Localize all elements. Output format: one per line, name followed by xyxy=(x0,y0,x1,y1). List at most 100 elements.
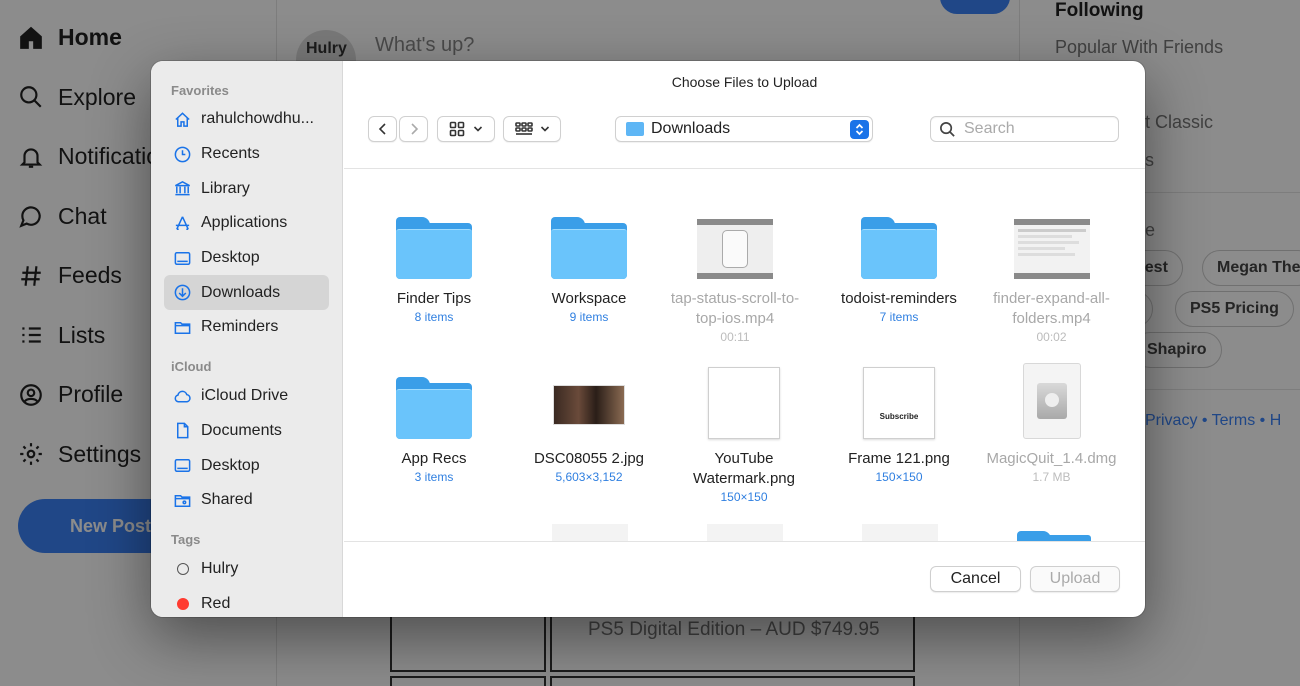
clock-icon xyxy=(174,146,191,162)
sidebar-tag-hulry[interactable]: Hulry xyxy=(164,552,329,587)
dialog-sidebar: Favorites rahulchowdhu... Recents Librar… xyxy=(151,61,343,617)
file-item-todoist-reminders[interactable]: todoist-reminders 7 items xyxy=(824,199,974,325)
file-meta: 9 items xyxy=(569,310,609,324)
sidebar-item-icloud-desktop[interactable]: Desktop xyxy=(164,448,329,483)
file-name: todoist-reminders xyxy=(841,290,957,307)
file-thumbnail-partial xyxy=(552,524,628,541)
sidebar-item-reminders[interactable]: Reminders xyxy=(164,310,329,345)
folder-icon xyxy=(396,217,472,279)
sidebar-item-icloud-drive[interactable]: iCloud Drive xyxy=(164,379,329,414)
file-meta: 150×150 xyxy=(875,470,923,484)
file-item-magicquit-dmg: MagicQuit_1.4.dmg 1.7 MB xyxy=(979,359,1124,485)
file-item-frame-121[interactable]: Subscribe Frame 121.png 150×150 xyxy=(824,359,974,485)
desktop-icon xyxy=(174,251,191,265)
cancel-button[interactable]: Cancel xyxy=(930,566,1021,592)
photo-thumbnail xyxy=(553,385,625,425)
file-name: Frame 121.png xyxy=(848,450,950,467)
sidebar-item-shared[interactable]: Shared xyxy=(164,483,329,518)
search-icon xyxy=(940,121,955,137)
location-popup[interactable]: Downloads xyxy=(615,116,873,142)
file-meta: 150×150 xyxy=(720,490,768,504)
divider xyxy=(344,541,1145,542)
sidebar-item-label: Library xyxy=(201,179,250,197)
search-field[interactable] xyxy=(930,116,1119,142)
tag-circle-icon xyxy=(177,562,189,575)
sidebar-item-home[interactable]: rahulchowdhu... xyxy=(164,102,329,137)
sidebar-item-label: Reminders xyxy=(201,318,279,336)
file-meta: 3 items xyxy=(414,470,454,484)
icloud-header: iCloud xyxy=(171,359,212,375)
sidebar-item-label: Hulry xyxy=(201,559,239,577)
sidebar-item-desktop[interactable]: Desktop xyxy=(164,241,329,276)
video-thumbnail xyxy=(1013,219,1090,279)
up-down-chevron-icon xyxy=(850,120,869,139)
sidebar-item-label: Desktop xyxy=(201,249,260,267)
image-thumbnail xyxy=(708,367,780,439)
sidebar-item-label: Documents xyxy=(201,421,282,439)
dialog-main: Choose Files to Upload Downloads Search … xyxy=(344,61,1145,617)
file-thumbnail-partial xyxy=(862,524,938,541)
file-item-app-recs[interactable]: App Recs 3 items xyxy=(359,359,509,485)
file-meta: 00:11 xyxy=(720,330,750,344)
group-by-button[interactable] xyxy=(503,116,561,142)
sidebar-item-label: rahulchowdhu... xyxy=(201,110,314,128)
sidebar-item-downloads[interactable]: Downloads xyxy=(164,275,329,311)
file-item-tap-status-video: tap-status-scroll-to-top-ios.mp4 00:11 xyxy=(669,199,801,345)
sidebar-item-label: Desktop xyxy=(201,456,260,474)
search-input[interactable] xyxy=(964,120,1114,138)
downloads-icon xyxy=(174,284,191,301)
file-meta: 5,603×3,152 xyxy=(555,470,623,484)
file-name: MagicQuit_1.4.dmg xyxy=(986,450,1117,467)
file-item-workspace[interactable]: Workspace 9 items xyxy=(514,199,664,325)
file-meta: 00:02 xyxy=(1036,330,1067,344)
chevron-right-icon xyxy=(410,123,418,135)
home-icon xyxy=(175,112,190,127)
file-name: App Recs xyxy=(401,450,467,467)
chevron-down-icon xyxy=(473,126,483,132)
sidebar-item-applications[interactable]: Applications xyxy=(164,206,329,241)
folder-icon xyxy=(174,321,191,334)
sidebar-item-library[interactable]: Library xyxy=(164,171,329,206)
folder-icon xyxy=(861,217,937,279)
file-upload-dialog: Favorites rahulchowdhu... Recents Librar… xyxy=(151,61,1145,617)
file-item-youtube-watermark[interactable]: YouTube Watermark.png 150×150 xyxy=(669,359,819,505)
file-name: Workspace xyxy=(551,290,627,307)
sidebar-tag-red[interactable]: Red xyxy=(164,586,329,617)
forward-button[interactable] xyxy=(399,116,428,142)
sidebar-item-label: iCloud Drive xyxy=(201,387,289,405)
tags-header: Tags xyxy=(171,532,201,548)
subscribe-text: Subscribe xyxy=(879,411,919,421)
file-name: tap-status-scroll-to-top-ios.mp4 xyxy=(670,290,800,327)
video-thumbnail xyxy=(697,219,773,279)
file-meta: 8 items xyxy=(414,310,454,324)
file-item-finder-expand-video: finder-expand-all-folders.mp4 00:02 xyxy=(984,199,1119,345)
upload-button[interactable]: Upload xyxy=(1030,566,1120,592)
file-name: Finder Tips xyxy=(396,290,472,307)
dialog-title: Choose Files to Upload xyxy=(671,74,818,90)
sidebar-item-label: Applications xyxy=(201,214,288,232)
view-mode-button[interactable] xyxy=(437,116,495,142)
cloud-icon xyxy=(174,390,191,403)
shared-folder-icon xyxy=(174,494,191,507)
library-icon xyxy=(175,181,190,196)
file-name: YouTube Watermark.png xyxy=(693,450,795,487)
file-item-finder-tips[interactable]: Finder Tips 8 items xyxy=(359,199,509,325)
sidebar-item-label: Red xyxy=(201,594,231,612)
sidebar-item-label: Shared xyxy=(201,491,253,509)
folder-icon xyxy=(551,217,627,279)
chevron-left-icon xyxy=(378,123,386,135)
sidebar-item-label: Downloads xyxy=(201,283,281,301)
tag-red-dot-icon xyxy=(177,597,189,610)
file-item-dsc08055[interactable]: DSC08055 2.jpg 5,603×3,152 xyxy=(514,359,664,485)
sidebar-item-documents[interactable]: Documents xyxy=(164,414,329,449)
folder-icon xyxy=(626,122,644,136)
document-icon xyxy=(176,422,189,439)
favorites-header: Favorites xyxy=(171,82,229,98)
sidebar-item-recents[interactable]: Recents xyxy=(164,137,329,172)
desktop-icon xyxy=(174,459,191,472)
file-meta: 7 items xyxy=(879,310,919,324)
back-button[interactable] xyxy=(368,116,397,142)
file-name: DSC08055 2.jpg xyxy=(533,450,645,467)
file-grid: Finder Tips 8 items Workspace 9 items ta… xyxy=(344,169,1145,541)
folder-icon xyxy=(396,377,472,439)
